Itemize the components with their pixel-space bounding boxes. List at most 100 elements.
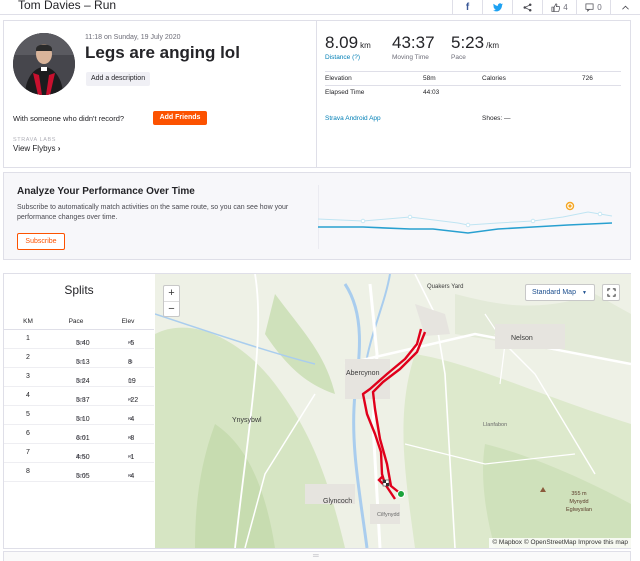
splits-header-elev: Elev [121,318,135,325]
resize-strip[interactable]: ═ [3,551,631,561]
comment-icon [585,3,594,12]
table-row[interactable]: 8 5:05 /km -4 m [4,463,154,482]
drag-handle-icon: ═ [313,551,319,560]
fullscreen-icon [606,288,616,297]
activity-summary: 11:18 on Sunday, 19 July 2020 Legs are a… [3,20,631,168]
fullscreen-button[interactable] [602,284,620,301]
table-row[interactable]: 4 5:37 /km -22 m [4,387,154,406]
pace-stat: 5:23/km Pace [451,33,499,61]
pace-value: 5:23 [451,33,485,52]
pace-label: Pace [451,54,466,61]
table-row[interactable]: 3 5:24 /km 19 m [4,368,154,387]
facebook-share-button[interactable]: f [452,0,482,15]
activity-date: 11:18 on Sunday, 19 July 2020 [85,34,181,41]
table-row[interactable]: 6 6:01 /km -8 m [4,425,154,444]
chevron-down-icon: ▼ [581,290,587,296]
device-link[interactable]: Strava Android App [325,115,381,122]
analyze-title: Analyze Your Performance Over Time [17,186,195,197]
comment-count: 0 [597,3,602,12]
split-km: 4 [26,392,30,399]
start-marker-icon [397,490,405,498]
analyze-description: Subscribe to automatically match activit… [17,204,289,221]
table-row[interactable]: 1 5:40 /km -5 m [4,330,154,349]
detail-stats: Elevation 58m Calories 726 Elapsed Time … [325,71,621,99]
moving-time-stat: 43:37 Moving Time [392,33,435,61]
map-type-select[interactable]: Standard Map ▼ [525,284,595,301]
view-flybys-link[interactable]: View Flybys › [13,144,60,153]
zoom-out-button[interactable]: − [164,301,179,316]
share-button[interactable] [512,0,542,15]
comment-button[interactable]: 0 [576,0,610,15]
analyze-performance-card: Analyze Your Performance Over Time Subsc… [3,172,631,260]
splits-header-km: KM [23,318,33,325]
elevation-value: 58m [423,75,436,82]
distance-unit: km [360,41,371,50]
map-attribution[interactable]: © Mapbox © OpenStreetMap Improve this ma… [489,538,631,548]
avatar[interactable] [13,33,75,95]
splits-title: Splits [64,283,94,297]
elevation-label: Elevation [325,75,352,82]
strava-labs-label: STRAVA LABS [13,137,57,143]
twitter-share-button[interactable] [482,0,512,15]
pace-unit: /km [486,41,499,50]
splits-map-section: Splits KM Pace Elev 1 5:40 /km -5 m 2 5:13 … [3,273,631,549]
split-km: 7 [26,449,30,456]
route-map[interactable]: Quakers Yard Nelson Abercynon Ynysybwl L… [155,274,631,548]
activity-name: Legs are anging lol [85,43,240,62]
with-someone-prompt: With someone who didn't record? [13,114,125,123]
activity-header: Tom Davies – Run f 4 0 [0,0,640,15]
place-ynysybwl: Ynysybwl [232,417,262,424]
add-friends-button[interactable]: Add Friends [153,111,207,125]
calories-label: Calories [482,75,506,82]
action-bar: f 4 0 [452,0,640,15]
facebook-icon: f [465,2,470,13]
more-icon [622,5,629,10]
calories-value: 726 [582,75,593,82]
kudos-icon [551,3,561,12]
place-abercynon: Abercynon [346,370,380,377]
zoom-in-button[interactable]: + [164,286,179,301]
performance-trend-chart [318,185,612,249]
split-km: 5 [26,411,30,418]
shoes-info: Shoes: — [482,115,511,122]
more-actions-button[interactable] [610,0,640,15]
table-row[interactable]: 7 4:50 /km -1 m [4,444,154,463]
split-km: 1 [26,335,30,342]
moving-time-label: Moving Time [392,54,429,61]
place-mynydd-eglwysilan: 355 m Mynydd Eglwysilan [566,491,592,513]
distance-value: 8.09 [325,33,359,52]
elapsed-row: Elapsed Time 44:03 [325,85,621,99]
distance-stat: 8.09 km Distance (?) [325,33,371,61]
place-nelson: Nelson [511,335,533,342]
elapsed-value: 44:03 [423,89,440,96]
distance-label[interactable]: Distance (?) [325,54,371,61]
map-type-label: Standard Map [532,289,576,296]
table-row[interactable]: 5 5:10 /km -4 m [4,406,154,425]
place-quakers-yard: Quakers Yard [427,284,464,290]
place-glyncoch: Glyncoch [323,498,353,505]
add-description-button[interactable]: Add a description [86,72,151,86]
split-km: 8 [26,468,30,475]
chevron-right-icon: › [57,144,61,153]
kudos-count: 4 [563,3,568,12]
splits-table: KM Pace Elev 1 5:40 /km -5 m 2 5:13 /km 8 m … [4,313,154,482]
elapsed-label: Elapsed Time [325,89,365,96]
split-km: 6 [26,430,30,437]
activity-header-title: Tom Davies – Run [18,0,117,12]
finish-flag-icon [382,479,390,487]
twitter-icon [492,3,503,12]
elevation-row: Elevation 58m Calories 726 [325,71,621,85]
subscribe-button[interactable]: Subscribe [17,233,65,250]
split-km: 2 [26,354,30,361]
splits-header-row: KM Pace Elev [4,313,154,330]
moving-time-value: 43:37 [392,33,435,52]
athlete-photo [13,33,75,95]
place-llanfabon: Llanfabon [483,422,508,428]
kudos-button[interactable]: 4 [542,0,576,15]
table-row[interactable]: 2 5:13 /km 8 m [4,349,154,368]
summary-divider [316,21,317,167]
share-icon [523,3,532,12]
place-cilfynydd: Cilfynydd [377,512,400,518]
splits-header-pace: Pace [68,318,84,325]
split-km: 3 [26,373,30,380]
